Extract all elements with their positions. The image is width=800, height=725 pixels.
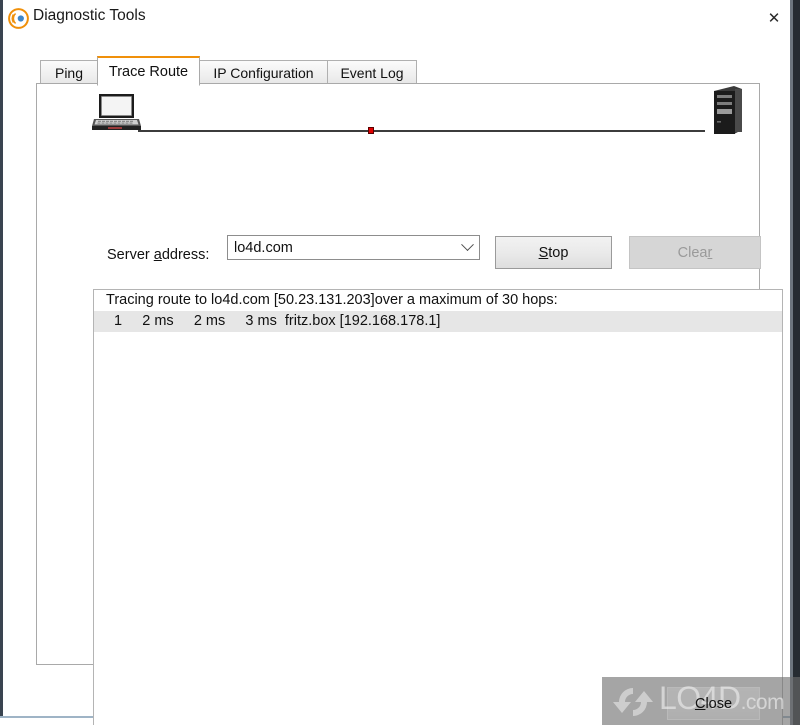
server-address-label-accel: a: [153, 247, 162, 263]
network-diagram: [38, 85, 760, 147]
clear-button-accel: r: [707, 244, 713, 261]
stop-button-accel: S: [538, 244, 549, 261]
server-address-label-pre: Server: [107, 247, 154, 263]
trace-route-panel: Server address: lo4d.com Stop Clea r Trac…: [36, 83, 783, 725]
trace-output-list[interactable]: Tracing route to lo4d.com [50.23.131.203…: [93, 289, 783, 725]
server-address-combobox[interactable]: lo4d.com: [227, 235, 480, 260]
tab-strip: Ping Trace Route IP Configuration Event …: [36, 56, 760, 86]
connection-line: [138, 130, 705, 132]
close-button-label: lose: [705, 695, 733, 712]
stop-button[interactable]: Stop: [495, 236, 612, 269]
tab-ip-configuration[interactable]: IP Configuration: [199, 60, 328, 85]
close-button[interactable]: Close: [667, 687, 760, 720]
server-address-value[interactable]: lo4d.com: [228, 240, 455, 256]
stop-button-label: top: [548, 244, 569, 261]
radar-globe-icon: [8, 8, 29, 29]
tab-event-log[interactable]: Event Log: [327, 60, 417, 85]
tab-ping[interactable]: Ping: [40, 60, 98, 85]
clear-button-label: Clea: [677, 244, 708, 261]
list-item[interactable]: 1 2 ms 2 ms 3 ms fritz.box [192.168.178.…: [94, 311, 782, 332]
server-address-label: Server address:: [107, 247, 209, 263]
window-left-edge: [0, 0, 3, 716]
laptop-icon: [92, 93, 142, 138]
window-title: Diagnostic Tools: [33, 7, 146, 24]
server-address-label-post: ddress:: [161, 247, 210, 263]
tab-trace-route[interactable]: Trace Route: [97, 56, 200, 86]
title-bar: Diagnostic Tools ✕: [3, 0, 790, 36]
list-item[interactable]: Tracing route to lo4d.com [50.23.131.203…: [94, 290, 782, 311]
close-button-accel: C: [694, 695, 706, 712]
screenshot-root: Diagnostic Tools ✕ Ping Trace Route IP C…: [0, 0, 800, 725]
hop-marker-icon: [368, 127, 374, 134]
chevron-down-icon[interactable]: [455, 236, 479, 259]
window-right-edge-highlight: [790, 0, 793, 725]
clear-button[interactable]: Clea r: [629, 236, 761, 269]
server-tower-icon: [709, 85, 745, 142]
window-close-icon[interactable]: ✕: [761, 6, 787, 30]
